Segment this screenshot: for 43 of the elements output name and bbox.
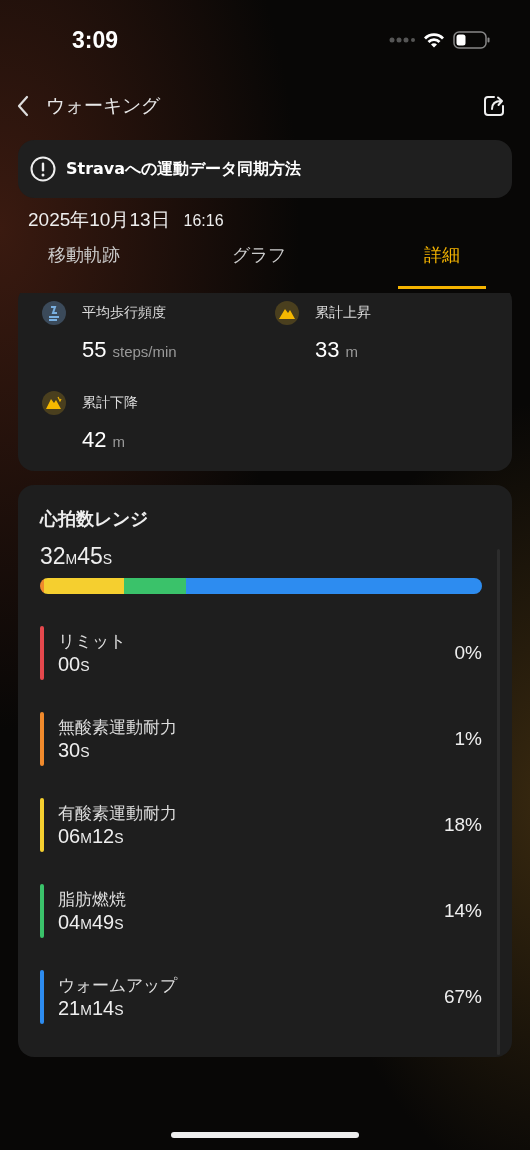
sync-banner[interactable]: Stravaへの運動データ同期方法: [18, 140, 512, 198]
stat-unit: m: [345, 343, 358, 360]
page-title: ウォーキング: [46, 93, 161, 118]
zone-duration: 30S: [58, 739, 91, 762]
zone-name: 脂肪燃焼: [58, 888, 127, 911]
zone-duration: 00S: [58, 653, 91, 676]
info-icon: [30, 156, 56, 182]
zone-percent: 14%: [443, 900, 482, 922]
zone-percent: 1%: [454, 728, 482, 750]
back-icon[interactable]: [16, 95, 30, 117]
wifi-icon: [423, 32, 445, 48]
workout-time: 16:16: [183, 212, 224, 230]
banner-text: Stravaへの運動データ同期方法: [66, 158, 302, 180]
zone-duration: 04M49S: [58, 911, 125, 934]
tab[interactable]: 移動軌跡: [48, 239, 120, 289]
share-icon[interactable]: [482, 94, 506, 118]
stat-unit: m: [112, 433, 125, 450]
card-title: 心拍数レンジ: [40, 507, 149, 531]
signal-icon: [389, 37, 415, 43]
total-duration: 32M45S: [40, 543, 114, 570]
battery-icon: [453, 31, 490, 49]
mountain-icon: [42, 391, 66, 415]
zone-percent: 67%: [443, 986, 482, 1008]
stat-unit: steps/min: [112, 343, 177, 360]
stat-label: 平均歩行頻度: [82, 304, 166, 322]
workout-date: 2025年10月13日: [28, 208, 170, 232]
zone-percent: 18%: [443, 814, 482, 836]
tab[interactable]: 詳細: [398, 239, 486, 289]
stat-label: 累計下降: [82, 394, 138, 412]
zone-name: 有酸素運動耐力: [58, 802, 178, 825]
zone-percent: 0%: [454, 642, 482, 664]
stat-value: 42: [82, 427, 107, 453]
zone-name: 無酸素運動耐力: [58, 716, 178, 739]
zone-name: リミット: [58, 630, 127, 653]
mountain-icon: [275, 301, 299, 325]
status-time: 3:09: [72, 26, 119, 54]
stat-label: 累計上昇: [315, 304, 371, 322]
zone-duration: 06M12S: [58, 825, 125, 848]
zone-duration: 21M14S: [58, 997, 125, 1020]
zone-name: ウォームアップ: [58, 974, 179, 997]
stat-value: 33: [315, 337, 340, 363]
tab[interactable]: グラフ: [232, 239, 286, 289]
stat-value: 55: [82, 337, 107, 363]
